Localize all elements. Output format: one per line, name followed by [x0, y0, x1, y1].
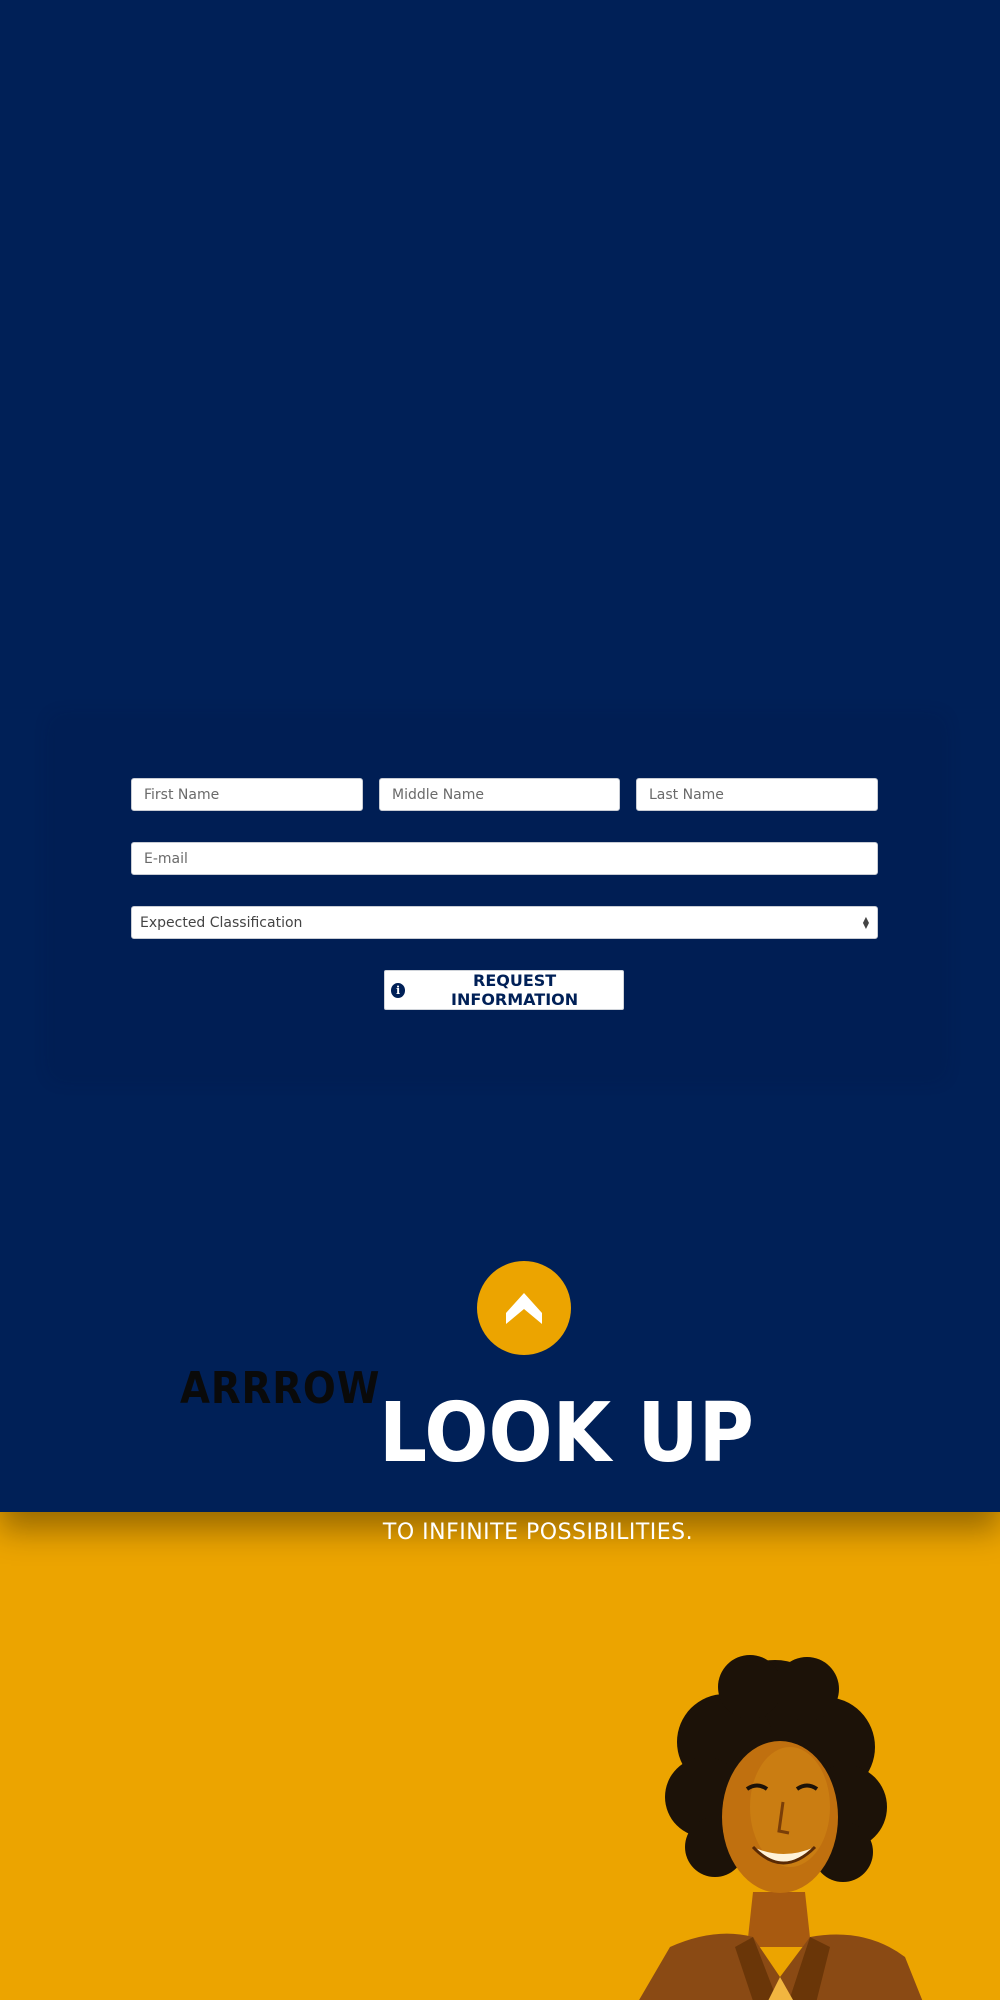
- request-form-panel: [55, 720, 940, 1075]
- tagline: TO INFINITE POSSIBILITIES.: [382, 1520, 694, 1545]
- smiling-woman-image: [639, 1655, 923, 2000]
- select-arrows-icon: ▲ ▼: [862, 914, 869, 930]
- middle-name-input[interactable]: [379, 778, 620, 811]
- email-input[interactable]: [131, 842, 878, 875]
- info-circle-icon: i: [391, 982, 406, 998]
- request-information-label: REQUEST INFORMATION: [451, 971, 579, 1009]
- select-value: Expected Classification: [140, 914, 303, 931]
- top-section: Expected Classification ▲▼ i REQUEST INF…: [0, 0, 1000, 1512]
- chevron-up-icon: [506, 1293, 542, 1324]
- arrrow-logo: ARRROW: [180, 1363, 381, 1414]
- last-name-input[interactable]: [636, 778, 878, 811]
- headline: LOOK UP: [379, 1386, 754, 1481]
- request-information-button[interactable]: i REQUEST INFORMATION: [384, 970, 624, 1010]
- expected-classification-select[interactable]: Expected Classification ▲ ▼: [131, 906, 878, 939]
- bottom-section: [0, 1512, 1000, 2000]
- scroll-up-button[interactable]: [477, 1261, 571, 1355]
- first-name-input[interactable]: [131, 778, 363, 811]
